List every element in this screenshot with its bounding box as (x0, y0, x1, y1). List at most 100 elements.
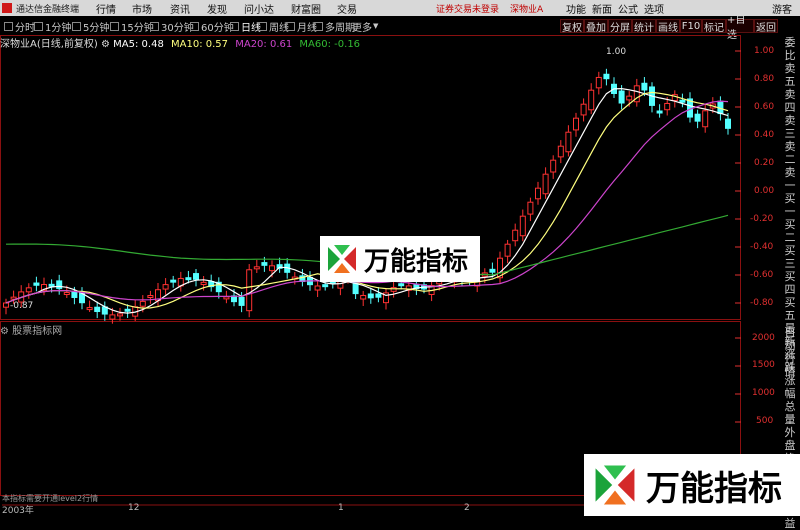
candle-body (489, 268, 496, 273)
candle-body (322, 284, 329, 288)
watermark-text: 万能指标 (364, 246, 469, 277)
x-axis-label: 2003年 (2, 506, 34, 516)
menu-formula[interactable]: 公式 (618, 1, 638, 16)
menu-market[interactable]: 市场 (132, 1, 152, 16)
candle-body (694, 113, 701, 122)
mark-button[interactable]: 标记 (702, 19, 726, 34)
candle-body (557, 145, 564, 158)
watermark-logo-icon (592, 462, 638, 508)
menu-newpage[interactable]: 新面 (592, 1, 612, 16)
high-annotation: 1.00 (606, 47, 627, 57)
candle-body (656, 110, 663, 114)
price-axis-label: 0.60 (754, 102, 775, 112)
candle-body (25, 287, 32, 293)
tab-5min[interactable]: 5分钟 (72, 19, 109, 34)
tab-15min[interactable]: 15分钟 (110, 19, 154, 34)
split-screen-button[interactable]: 分屏 (608, 19, 632, 34)
f10-button[interactable]: F10 (680, 19, 702, 33)
price-axis-label: -0.40 (750, 242, 774, 252)
candle-body (679, 99, 686, 103)
candle-body (504, 243, 511, 257)
settings-icon[interactable]: ⚙ (101, 39, 110, 50)
candle-body (519, 215, 526, 237)
candle-body (109, 314, 116, 320)
candle-body (71, 291, 78, 298)
tab-30min[interactable]: 30分钟 (150, 19, 194, 34)
candle-body (269, 265, 275, 272)
candle-body (375, 293, 382, 298)
period-bar: 分时 1分钟 5分钟 15分钟 30分钟 60分钟 日线 周线 月线 多周期 更… (0, 15, 800, 41)
candle-body (185, 277, 192, 281)
back-button[interactable]: 返回 (754, 19, 778, 34)
trade-status: 证券交易未登录 (436, 5, 500, 15)
tab-daily[interactable]: 日线 (230, 19, 261, 34)
checkbox-icon (314, 21, 323, 31)
volume-axis-label: 2000 (752, 333, 775, 343)
watermark-corner: 万能指标 (584, 454, 800, 516)
add-watchlist-button[interactable]: +自选 (726, 15, 754, 41)
candle-body (193, 273, 199, 280)
tab-weekly[interactable]: 周线 (258, 19, 289, 34)
candle-body (565, 131, 572, 153)
candle-body (253, 266, 260, 270)
price-axis-label: -0.20 (750, 214, 774, 224)
menu-discover[interactable]: 发现 (207, 1, 227, 16)
menu-wealth[interactable]: 财富圈 (291, 1, 321, 16)
candle-body (124, 308, 131, 312)
menu-quotes[interactable]: 行情 (96, 1, 116, 16)
price-axis-label: -0.60 (750, 270, 774, 280)
candle-body (360, 294, 367, 300)
checkbox-icon (258, 21, 267, 31)
sub-panel-title: 股票指标网 (12, 326, 63, 337)
candle-body (261, 262, 268, 266)
candle-body (588, 89, 595, 111)
watermark-text: 万能指标 (646, 468, 782, 509)
volume-axis-label: 1500 (752, 360, 775, 370)
candle-body (56, 280, 63, 289)
tab-multi-period[interactable]: 多周期 (314, 19, 355, 34)
candle-body (573, 117, 579, 131)
x-axis-label: 12 (128, 503, 140, 513)
tab-60min[interactable]: 60分钟 (190, 19, 234, 34)
candle-body (603, 73, 610, 80)
checkbox-icon (286, 21, 295, 31)
tab-more[interactable]: 更多 ▼ (352, 19, 378, 34)
ma20-value: MA20: 0.61 (235, 39, 293, 50)
watermark-logo-icon (326, 243, 358, 275)
draw-line-button[interactable]: 画线 (656, 19, 680, 34)
candle-body (246, 269, 253, 312)
candle-body (512, 229, 519, 242)
candle-body (223, 296, 230, 300)
menu-guest[interactable]: 游客 (772, 1, 792, 16)
candle-body (86, 307, 93, 311)
checkbox-icon (190, 21, 199, 31)
checkbox-icon (72, 21, 81, 31)
auto-quote-tab[interactable]: 自动 行情 (780, 326, 800, 378)
candle-body (139, 300, 146, 307)
menu-trade[interactable]: 交易 (337, 1, 357, 16)
tab-1min[interactable]: 1分钟 (34, 19, 71, 34)
x-axis-label: 2 (464, 503, 470, 513)
tab-monthly[interactable]: 月线 (286, 19, 317, 34)
candle-body (664, 102, 671, 111)
settings-icon[interactable]: ⚙ (0, 326, 9, 337)
price-axis-label: 0.00 (754, 186, 775, 196)
statistics-button[interactable]: 统计 (632, 19, 656, 34)
candle-body (238, 296, 245, 306)
menu-news[interactable]: 资讯 (170, 1, 190, 16)
candle-body (641, 82, 648, 91)
price-axis-label: -0.80 (750, 298, 774, 308)
watermark-center: 万能指标 (320, 236, 480, 282)
checkbox-icon (34, 21, 43, 31)
overlay-button[interactable]: 叠加 (584, 19, 608, 34)
menu-function[interactable]: 功能 (566, 1, 586, 16)
candle-body (527, 201, 534, 215)
tab-intraday[interactable]: 分时 (4, 19, 35, 34)
menu-options[interactable]: 选项 (644, 1, 664, 16)
candle-body (550, 159, 557, 173)
chart-title: 深物业A(日线,前复权) (0, 39, 98, 50)
price-axis-label: 0.40 (754, 130, 775, 140)
candle-body (398, 283, 405, 287)
menu-ask[interactable]: 问小达 (244, 1, 274, 16)
adjust-button[interactable]: 复权 (560, 19, 584, 34)
